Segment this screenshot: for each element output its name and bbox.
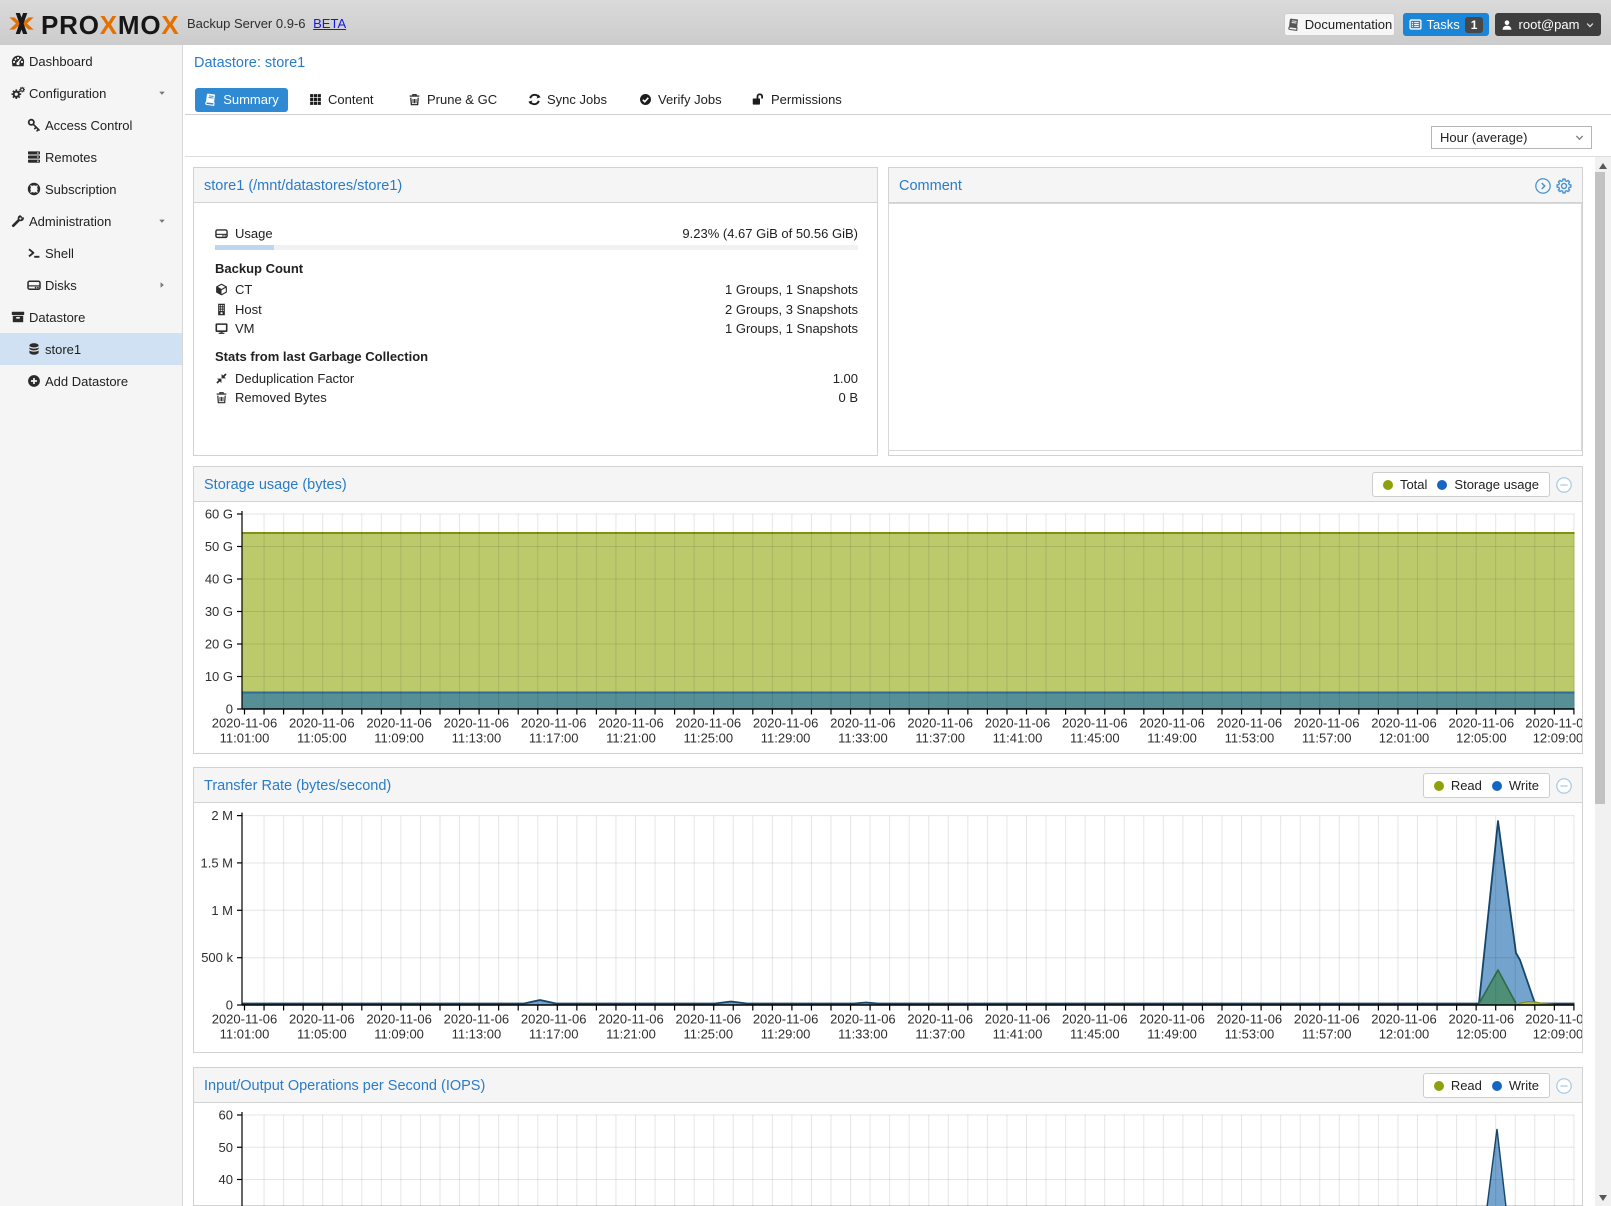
svg-text:11:21:00: 11:21:00 — [606, 731, 656, 746]
svg-text:11:17:00: 11:17:00 — [529, 1027, 579, 1042]
svg-text:11:57:00: 11:57:00 — [1302, 731, 1352, 746]
svg-text:2020-11-06: 2020-11-06 — [907, 1012, 973, 1027]
svg-text:12:01:00: 12:01:00 — [1379, 731, 1430, 746]
svg-text:11:21:00: 11:21:00 — [606, 1027, 656, 1042]
svg-text:50: 50 — [219, 1140, 233, 1155]
svg-text:11:09:00: 11:09:00 — [374, 1027, 424, 1042]
svg-text:11:49:00: 11:49:00 — [1147, 731, 1197, 746]
svg-text:2020-11-06: 2020-11-06 — [289, 716, 355, 731]
svg-text:11:37:00: 11:37:00 — [915, 731, 965, 746]
svg-text:2020-11-06: 2020-11-06 — [1139, 1012, 1205, 1027]
svg-text:2020-11-06: 2020-11-06 — [1139, 716, 1205, 731]
svg-text:11:45:00: 11:45:00 — [1070, 1027, 1120, 1042]
svg-text:11:05:00: 11:05:00 — [297, 1027, 347, 1042]
svg-text:11:29:00: 11:29:00 — [761, 1027, 811, 1042]
svg-text:11:57:00: 11:57:00 — [1302, 1027, 1352, 1042]
svg-text:11:01:00: 11:01:00 — [220, 1027, 270, 1042]
svg-text:11:41:00: 11:41:00 — [993, 731, 1043, 746]
svg-text:11:53:00: 11:53:00 — [1225, 1027, 1275, 1042]
svg-text:11:13:00: 11:13:00 — [452, 731, 502, 746]
svg-text:2020-11-06: 2020-11-06 — [1217, 716, 1283, 731]
svg-text:2020-11-06: 2020-11-06 — [830, 716, 896, 731]
svg-text:2020-11-06: 2020-11-06 — [753, 716, 819, 731]
svg-text:11:37:00: 11:37:00 — [915, 1027, 965, 1042]
svg-text:2020-11-06: 2020-11-06 — [1371, 716, 1437, 731]
svg-text:12:05:00: 12:05:00 — [1456, 1027, 1507, 1042]
svg-text:2020-11-06: 2020-11-06 — [1525, 716, 1582, 731]
svg-text:2020-11-06: 2020-11-06 — [444, 716, 510, 731]
svg-text:1 M: 1 M — [211, 903, 233, 918]
svg-text:1.5 M: 1.5 M — [200, 855, 233, 870]
svg-text:2020-11-06: 2020-11-06 — [521, 1012, 587, 1027]
svg-text:0: 0 — [226, 702, 233, 717]
svg-text:30 G: 30 G — [205, 604, 233, 619]
svg-text:11:53:00: 11:53:00 — [1225, 731, 1275, 746]
svg-text:11:33:00: 11:33:00 — [838, 731, 888, 746]
svg-text:40 G: 40 G — [205, 572, 233, 587]
svg-text:20 G: 20 G — [205, 637, 233, 652]
svg-text:40: 40 — [219, 1172, 233, 1187]
svg-text:2020-11-06: 2020-11-06 — [366, 1012, 432, 1027]
svg-text:2020-11-06: 2020-11-06 — [598, 716, 664, 731]
svg-text:2020-11-06: 2020-11-06 — [212, 716, 278, 731]
svg-text:2020-11-06: 2020-11-06 — [830, 1012, 896, 1027]
svg-text:2020-11-06: 2020-11-06 — [1449, 716, 1515, 731]
svg-text:12:05:00: 12:05:00 — [1456, 731, 1507, 746]
svg-text:2020-11-06: 2020-11-06 — [366, 716, 432, 731]
svg-text:500 k: 500 k — [201, 950, 233, 965]
svg-text:0: 0 — [226, 998, 233, 1013]
svg-text:50 G: 50 G — [205, 539, 233, 554]
svg-text:11:01:00: 11:01:00 — [220, 731, 270, 746]
svg-text:11:29:00: 11:29:00 — [761, 731, 811, 746]
svg-text:2020-11-06: 2020-11-06 — [521, 716, 587, 731]
svg-text:2020-11-06: 2020-11-06 — [1062, 716, 1128, 731]
svg-text:2020-11-06: 2020-11-06 — [444, 1012, 510, 1027]
svg-text:2020-11-06: 2020-11-06 — [985, 1012, 1051, 1027]
svg-text:2020-11-06: 2020-11-06 — [289, 1012, 355, 1027]
svg-text:60: 60 — [219, 1108, 233, 1123]
svg-text:11:41:00: 11:41:00 — [993, 1027, 1043, 1042]
svg-text:11:25:00: 11:25:00 — [683, 1027, 733, 1042]
svg-text:2020-11-06: 2020-11-06 — [1525, 1012, 1582, 1027]
svg-text:2020-11-06: 2020-11-06 — [1449, 1012, 1515, 1027]
svg-text:11:33:00: 11:33:00 — [838, 1027, 888, 1042]
svg-text:60 G: 60 G — [205, 507, 233, 522]
svg-text:2020-11-06: 2020-11-06 — [1217, 1012, 1283, 1027]
svg-text:12:09:00: 12:09:00 — [1533, 1027, 1582, 1042]
svg-text:11:05:00: 11:05:00 — [297, 731, 347, 746]
svg-text:2020-11-06: 2020-11-06 — [1062, 1012, 1128, 1027]
svg-text:2020-11-06: 2020-11-06 — [1371, 1012, 1437, 1027]
svg-text:12:01:00: 12:01:00 — [1379, 1027, 1430, 1042]
svg-text:2020-11-06: 2020-11-06 — [985, 716, 1051, 731]
svg-text:12:09:00: 12:09:00 — [1533, 731, 1582, 746]
svg-text:11:09:00: 11:09:00 — [374, 731, 424, 746]
svg-text:11:13:00: 11:13:00 — [452, 1027, 502, 1042]
svg-text:2020-11-06: 2020-11-06 — [907, 716, 973, 731]
svg-text:2020-11-06: 2020-11-06 — [1294, 716, 1360, 731]
svg-text:2020-11-06: 2020-11-06 — [598, 1012, 664, 1027]
svg-text:2020-11-06: 2020-11-06 — [676, 1012, 742, 1027]
svg-text:11:49:00: 11:49:00 — [1147, 1027, 1197, 1042]
svg-text:10 G: 10 G — [205, 669, 233, 684]
svg-text:2020-11-06: 2020-11-06 — [1294, 1012, 1360, 1027]
svg-text:2020-11-06: 2020-11-06 — [676, 716, 742, 731]
svg-text:11:45:00: 11:45:00 — [1070, 731, 1120, 746]
svg-text:2020-11-06: 2020-11-06 — [753, 1012, 819, 1027]
svg-text:2 M: 2 M — [211, 808, 233, 823]
svg-text:2020-11-06: 2020-11-06 — [212, 1012, 278, 1027]
svg-text:11:17:00: 11:17:00 — [529, 731, 579, 746]
svg-text:11:25:00: 11:25:00 — [683, 731, 733, 746]
